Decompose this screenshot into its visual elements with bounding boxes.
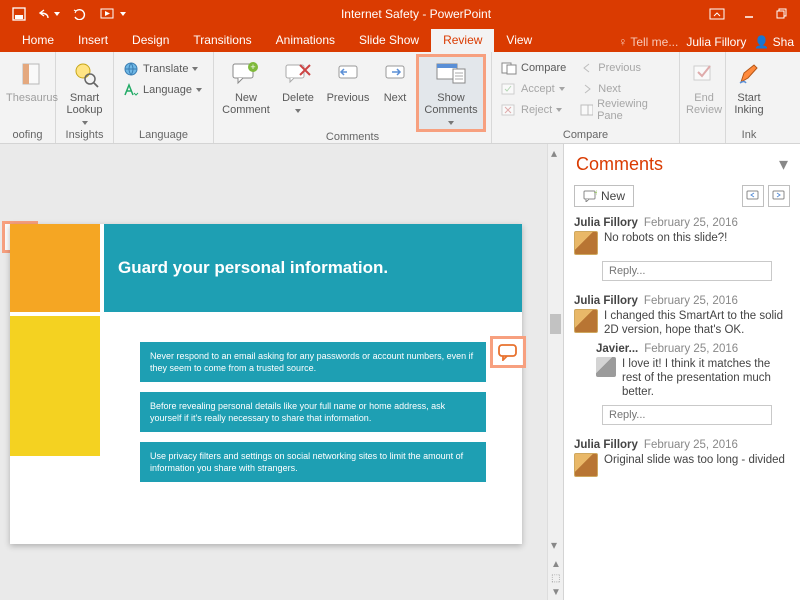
comment-text: No robots on this slide?! [604,231,727,245]
reject-button[interactable]: Reject [498,100,569,120]
comment-date: February 25, 2016 [644,295,738,307]
deco-orange-block [10,224,100,312]
comment-author: Julia Fillory [574,217,638,229]
start-from-beginning-icon[interactable] [96,3,130,25]
avatar [596,357,616,377]
save-icon[interactable] [6,3,32,25]
comment-date: February 25, 2016 [644,439,738,451]
pane-menu-icon[interactable]: ▾ [779,154,788,175]
tab-transitions[interactable]: Transitions [181,29,263,52]
slide-bullet-3: Use privacy filters and settings on soci… [140,442,486,482]
comment-text: I changed this SmartArt to the solid 2D … [604,309,790,337]
delete-comment-button[interactable]: Delete [276,56,320,116]
comment-author: Javier... [596,343,638,355]
comment-text: Original slide was too long - divided [604,453,785,467]
previous-comment-icon [332,58,364,90]
previous-comment-button[interactable]: Previous [324,56,372,104]
prev-comment-nav[interactable] [742,185,764,207]
smart-lookup-button[interactable]: Smart Lookup [62,56,107,128]
pen-icon [733,58,765,90]
ribbon: Thesaurus oofing Smart Lookup Insights T… [0,52,800,144]
delete-comment-icon [282,58,314,90]
comment-thread[interactable]: Julia Fillory February 25, 2016 I change… [574,295,790,425]
svg-text:+: + [250,62,255,72]
new-comment-icon: + [230,58,262,90]
undo-icon[interactable] [36,3,62,25]
compare-button[interactable]: Compare [498,58,569,78]
comments-pane-title: Comments [576,154,663,175]
comment-date: February 25, 2016 [644,217,738,229]
deco-yellow-block [10,316,100,456]
comments-pane: Comments ▾ ＋ New Julia Fillory February … [563,144,800,600]
reply-input[interactable] [602,261,772,281]
language-button[interactable]: Language [120,80,205,100]
next-comment-button[interactable]: Next [376,56,414,104]
accept-button[interactable]: Accept [498,79,569,99]
vertical-scrollbar[interactable]: ▴ ▾ ▲ ⬚ ▼ [547,144,563,600]
tab-insert[interactable]: Insert [66,29,120,52]
slide-bullet-1: Never respond to an email asking for any… [140,342,486,382]
reviewing-pane-button[interactable]: Reviewing Pane [577,100,673,120]
thesaurus-icon [16,58,48,90]
new-comment-pane-button[interactable]: ＋ New [574,185,634,207]
ribbon-display-options-icon[interactable] [702,3,732,25]
translate-button[interactable]: Translate [120,59,205,79]
avatar [574,453,598,477]
restore-icon[interactable] [766,3,796,25]
comment-text: I love it! I think it matches the rest o… [622,357,790,399]
redo-icon[interactable] [66,3,92,25]
account-name[interactable]: Julia Fillory [686,35,746,49]
show-comments-icon [435,58,467,90]
slide-title: Guard your personal information. [104,224,522,312]
ribbon-tabs: Home Insert Design Transitions Animation… [0,28,800,52]
share-button[interactable]: 👤 Sha [754,35,794,49]
comment-thread[interactable]: Julia Fillory February 25, 2016 No robot… [574,217,790,281]
tab-slide-show[interactable]: Slide Show [347,29,431,52]
next-comment-icon [379,58,411,90]
title-bar: Internet Safety - PowerPoint [0,0,800,28]
scroll-thumb[interactable] [550,314,561,334]
tab-design[interactable]: Design [120,29,181,52]
compare-previous-button[interactable]: Previous [577,58,673,78]
minimize-icon[interactable] [734,3,764,25]
window-title: Internet Safety - PowerPoint [130,7,702,21]
tab-home[interactable]: Home [10,29,66,52]
compare-next-button[interactable]: Next [577,79,673,99]
comment-date: February 25, 2016 [644,343,738,355]
tab-review[interactable]: Review [431,29,494,52]
comment-author: Julia Fillory [574,439,638,451]
tab-animations[interactable]: Animations [264,29,347,52]
new-comment-button[interactable]: + New Comment [220,56,272,116]
comment-thread[interactable]: Julia Fillory February 25, 2016 Original… [574,439,790,477]
avatar [574,309,598,333]
tell-me-search[interactable]: ♀ Tell me... [618,35,678,49]
tab-view[interactable]: View [494,29,544,52]
comment-author: Julia Fillory [574,295,638,307]
start-inking-button[interactable]: Start Inking [732,56,766,116]
avatar [574,231,598,255]
end-review-icon [688,58,720,90]
thesaurus-button[interactable]: Thesaurus [6,56,58,104]
show-comments-button[interactable]: Show Comments [418,56,484,130]
reply-input[interactable] [602,405,772,425]
comment-marker-inline[interactable] [493,339,523,365]
end-review-button[interactable]: End Review [686,56,722,116]
svg-text:＋: ＋ [593,190,597,197]
next-comment-nav[interactable] [768,185,790,207]
slide-canvas[interactable]: Guard your personal information. Never r… [0,144,563,600]
workspace: Guard your personal information. Never r… [0,144,800,600]
slide: Guard your personal information. Never r… [10,224,522,544]
bulb-search-icon [69,58,101,90]
slide-bullet-2: Before revealing personal details like y… [140,392,486,432]
